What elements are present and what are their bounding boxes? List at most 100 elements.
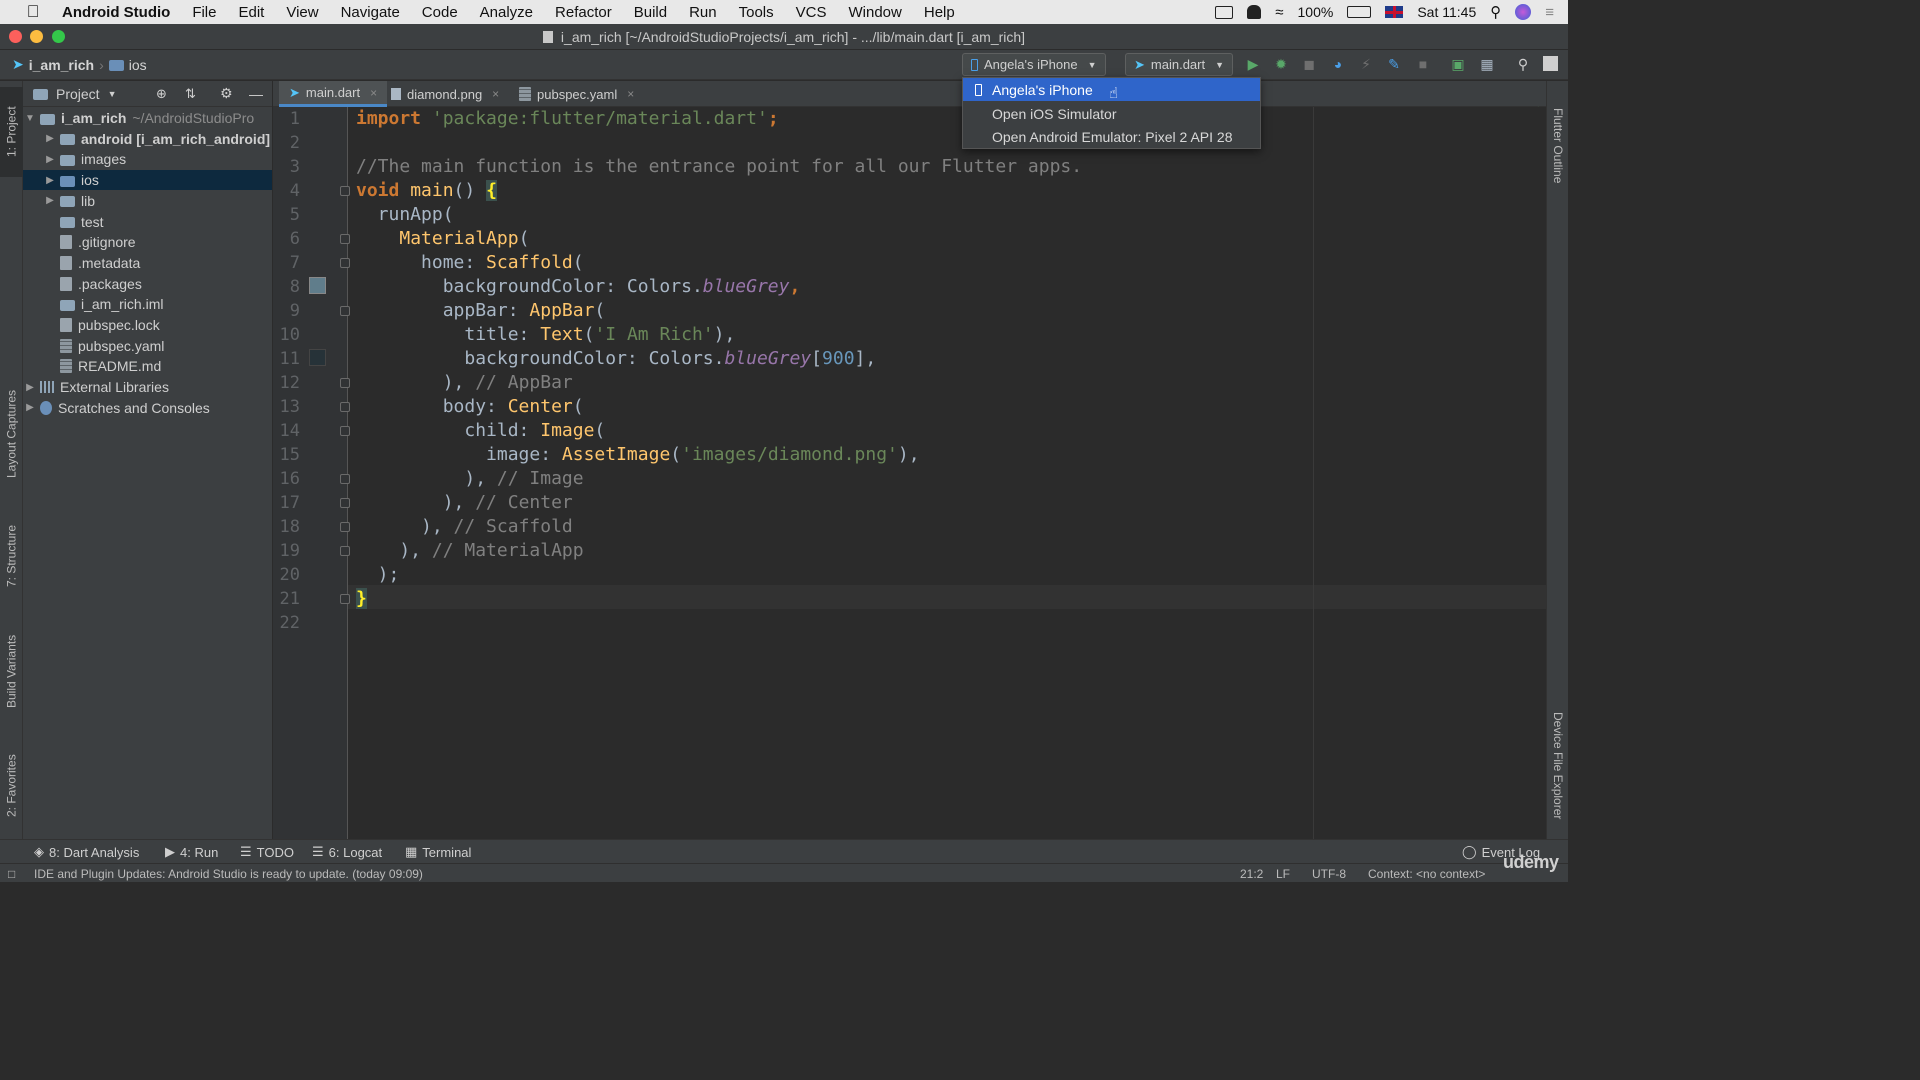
project-view-selector[interactable]: Project — [56, 86, 100, 102]
code-line[interactable]: title: Text('I Am Rich'), — [356, 323, 735, 347]
code-line[interactable]: home: Scaffold( — [356, 251, 584, 275]
fold-marker-icon[interactable] — [340, 258, 350, 268]
menu-item-run[interactable]: Run — [678, 4, 728, 21]
run-icon[interactable]: ▶ — [1245, 56, 1261, 72]
tab-project-tool[interactable]: 1: Project — [0, 87, 23, 177]
menu-item-vcs[interactable]: VCS — [785, 4, 838, 21]
menu-item-navigate[interactable]: Navigate — [330, 4, 411, 21]
device-selector[interactable]: Angela's iPhone ▼ — [962, 53, 1106, 76]
close-icon[interactable]: × — [370, 86, 377, 100]
fold-marker-icon[interactable] — [340, 498, 350, 508]
code-line[interactable]: MaterialApp( — [356, 227, 529, 251]
menu-item-build[interactable]: Build — [623, 4, 678, 21]
tree-item[interactable]: .packages — [23, 274, 272, 294]
file-encoding[interactable]: UTF-8 — [1312, 867, 1346, 881]
tree-item[interactable]: ▶ android [i_am_rich_android] — [23, 129, 272, 149]
code-line[interactable]: ), // MaterialApp — [356, 539, 583, 563]
tab-logcat[interactable]: ☰ 6: Logcat — [312, 844, 382, 860]
tab-run[interactable]: ▶ 4: Run — [165, 844, 218, 860]
tree-item[interactable]: ▶ ios — [23, 170, 272, 191]
chevron-right-icon[interactable]: ▶ — [45, 133, 55, 144]
fold-marker-icon[interactable] — [340, 546, 350, 556]
wifi-icon[interactable]: ≈ — [1275, 4, 1283, 21]
run-config-selector[interactable]: ➤ main.dart ▼ — [1125, 53, 1233, 76]
close-icon[interactable]: × — [492, 87, 499, 101]
tree-item[interactable]: pubspec.lock — [23, 315, 272, 335]
tree-item[interactable]: .gitignore — [23, 232, 272, 252]
code-line[interactable]: } — [356, 587, 367, 611]
zoom-window-button[interactable] — [52, 30, 65, 43]
tab-structure[interactable]: 7: Structure — [0, 511, 23, 601]
flag-uk-icon[interactable] — [1385, 6, 1404, 18]
tree-item[interactable]: i_am_rich.iml — [23, 294, 272, 314]
fold-marker-icon[interactable] — [340, 426, 350, 436]
hot-reload-icon[interactable]: ⚡ — [1358, 56, 1374, 72]
breadcrumb-project[interactable]: i_am_rich — [29, 57, 94, 73]
code-line[interactable]: ), // Scaffold — [356, 515, 573, 539]
search-icon[interactable]: ⚲ — [1515, 56, 1531, 72]
menu-item-analyze[interactable]: Analyze — [469, 4, 544, 21]
avd-manager-icon[interactable]: ▣ — [1450, 56, 1466, 72]
fold-marker-icon[interactable] — [340, 594, 350, 604]
code-line[interactable]: //The main function is the entrance poin… — [356, 155, 1082, 179]
tree-item[interactable]: README.md — [23, 356, 272, 376]
code-line[interactable]: image: AssetImage('images/diamond.png'), — [356, 443, 920, 467]
tab-terminal[interactable]: ▦ Terminal — [405, 844, 471, 860]
code-line[interactable]: ); — [356, 563, 400, 587]
attach-debugger-icon[interactable]: ✎ — [1386, 56, 1402, 72]
chevron-right-icon[interactable]: ▶ — [45, 195, 55, 206]
menu-item-view[interactable]: View — [275, 4, 329, 21]
tab-diamond-png[interactable]: diamond.png × — [381, 81, 509, 107]
chevron-right-icon[interactable]: ▶ — [25, 402, 35, 413]
locate-icon[interactable]: ⊕ — [156, 86, 167, 102]
menu-item-refactor[interactable]: Refactor — [544, 4, 623, 21]
menu-item-tools[interactable]: Tools — [728, 4, 785, 21]
line-separator[interactable]: LF — [1276, 867, 1290, 881]
stop-icon[interactable]: ■ — [1415, 56, 1431, 72]
battery-icon[interactable] — [1347, 6, 1372, 18]
fold-marker-icon[interactable] — [340, 378, 350, 388]
tab-build-variants[interactable]: Build Variants — [0, 621, 23, 721]
fold-marker-icon[interactable] — [340, 186, 350, 196]
fold-marker-icon[interactable] — [340, 402, 350, 412]
hide-panel-icon[interactable]: — — [249, 86, 263, 102]
tab-pubspec-yaml[interactable]: pubspec.yaml × — [509, 81, 644, 107]
tree-item[interactable]: ▶ Scratches and Consoles — [23, 398, 272, 418]
tab-main-dart[interactable]: ➤ main.dart × — [279, 81, 388, 107]
menu-app-name[interactable]: Android Studio — [58, 4, 181, 21]
gear-icon[interactable]: ⚙ — [220, 85, 233, 102]
chevron-down-icon[interactable]: ▼ — [108, 89, 117, 99]
tree-item[interactable]: ▶ lib — [23, 191, 272, 211]
code-line[interactable]: backgroundColor: Colors.blueGrey, — [356, 275, 801, 299]
clock[interactable]: Sat 11:45 — [1417, 4, 1476, 20]
chevron-down-icon[interactable]: ▼ — [25, 113, 35, 124]
fold-marker-icon[interactable] — [340, 522, 350, 532]
menu-item-file[interactable]: File — [181, 4, 227, 21]
code-line[interactable]: void main() { — [356, 179, 497, 203]
tab-todo[interactable]: ☰ TODO — [240, 844, 294, 860]
code-line[interactable]: appBar: AppBar( — [356, 299, 606, 323]
debug-icon[interactable]: ✹ — [1273, 56, 1289, 72]
chevron-right-icon[interactable]: ▶ — [25, 382, 35, 393]
spotlight-search-icon[interactable]: ⚲ — [1490, 3, 1501, 21]
menu-item-help[interactable]: Help — [913, 4, 966, 21]
tab-flutter-outline[interactable]: Flutter Outline — [1547, 91, 1569, 201]
fold-marker-icon[interactable] — [340, 474, 350, 484]
caret-position[interactable]: 21:2 — [1240, 867, 1263, 881]
menu-item-window[interactable]: Window — [838, 4, 913, 21]
status-toggle-icon[interactable]: □ — [8, 867, 15, 881]
tree-item[interactable]: pubspec.yaml — [23, 336, 272, 356]
profile-icon[interactable]: ◕ — [1330, 56, 1346, 72]
tab-dart-analysis[interactable]: ◈ 8: Dart Analysis — [34, 844, 139, 860]
tab-layout-captures[interactable]: Layout Captures — [0, 376, 23, 491]
code-line[interactable]: child: Image( — [356, 419, 605, 443]
menu-item-open-ios-simulator[interactable]: Open iOS Simulator — [963, 102, 1260, 125]
sdk-manager-icon[interactable]: ▦ — [1479, 56, 1495, 72]
tree-item[interactable]: test — [23, 212, 272, 232]
code-line[interactable]: runApp( — [356, 203, 454, 227]
code-line[interactable]: ), // Image — [356, 467, 583, 491]
code-line[interactable]: ), // Center — [356, 491, 573, 515]
tab-device-file-explorer[interactable]: Device File Explorer — [1547, 696, 1569, 836]
apple-icon[interactable]:  — [22, 0, 44, 24]
notification-icon[interactable] — [1247, 5, 1262, 19]
